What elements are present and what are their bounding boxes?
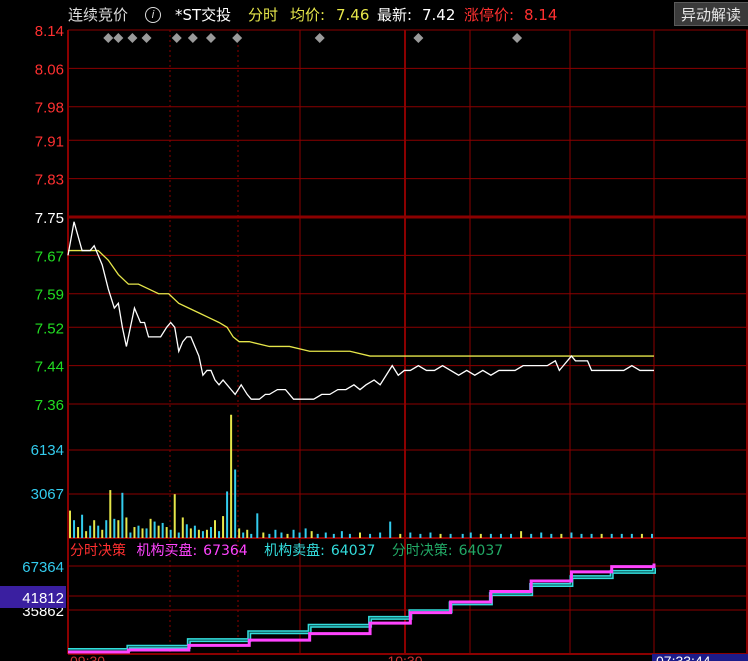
price-tick-label: 7.91 [35,133,64,150]
price-tick-label: 7.67 [35,248,64,265]
event-marker [141,33,152,43]
legend-decision-label: 分时决策 [70,543,126,559]
price-tick-label: 7.52 [35,320,64,337]
cursor-time-label: 07:33:44 [656,653,711,661]
decision-current-value: 41812 [22,590,64,607]
legend-buy: 机构买盘: 67364 [136,543,248,559]
avg-price-line [68,249,654,357]
event-marker [127,33,138,43]
volume-tick-label: 3067 [31,486,64,503]
time-label: 09:30 [70,653,105,661]
price-tick-label: 7.44 [35,359,64,376]
price-tick-label: 7.59 [35,287,64,304]
intraday-chart[interactable]: 8.14 8.06 7.98 7.91 7.83 7.75 7.67 7.59 7.52 7.44… [0,0,748,661]
inst-buy-line [68,563,656,654]
event-marker [413,33,424,43]
event-marker [512,33,523,43]
price-tick-label: 8.14 [35,23,64,40]
price-tick-label: 7.75 [35,210,64,227]
event-marker [171,33,182,43]
price-tick-label: 8.06 [35,61,64,78]
price-line [67,221,654,400]
event-marker [113,33,124,43]
event-marker [232,33,243,43]
event-marker [314,33,325,43]
time-label: 10:30 [387,653,422,661]
legend-decision: 分时决策: 64037 [391,543,504,559]
price-tick-label: 7.36 [35,397,64,414]
price-tick-label: 7.83 [35,172,64,189]
event-marker [103,33,114,43]
decision-tick-label: 67364 [22,559,64,576]
decision-legend: 分时决策 机构买盘: 67364 机构卖盘: 64037 分时决策: 64037 [70,541,515,561]
event-marker [205,33,216,43]
event-marker [187,33,198,43]
legend-sell: 机构卖盘: 64037 [264,543,376,559]
price-tick-label: 7.98 [35,100,64,117]
volume-tick-label: 6134 [31,442,64,459]
